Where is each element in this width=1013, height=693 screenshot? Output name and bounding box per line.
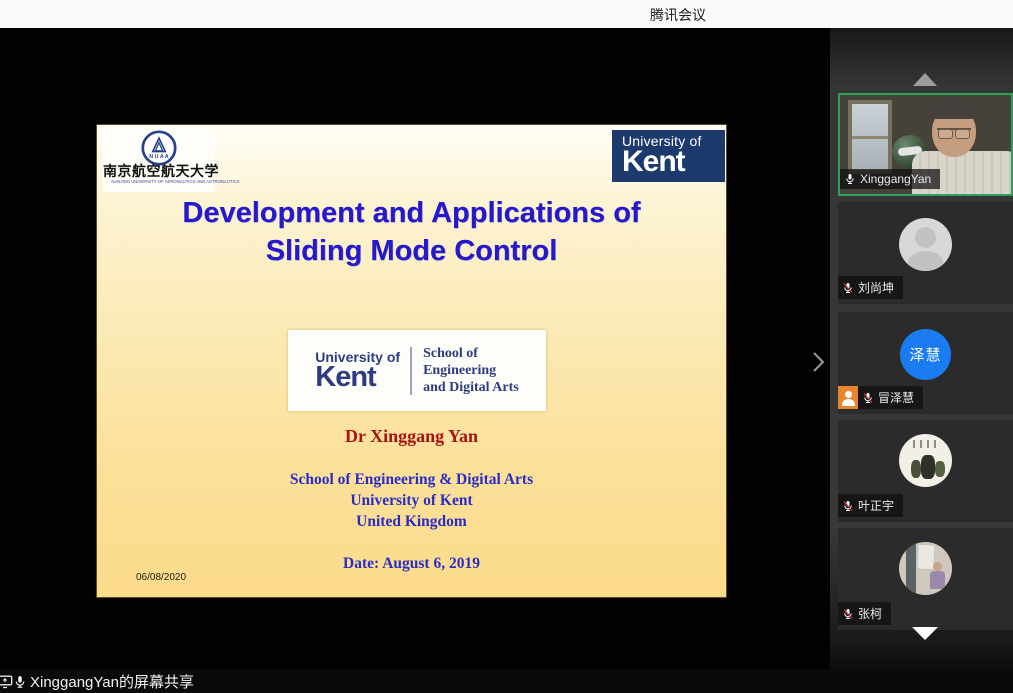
kent-school-wordmark: University of Kent <box>315 350 410 391</box>
nuaa-english-name: NANJING UNIVERSITY OF AERONAUTICS AND AS… <box>111 179 206 184</box>
meeting-window: 腾讯会议 N U A A 南京航空航天大学 NANJING UNIVERSITY… <box>0 0 1013 693</box>
participant-name-pill: 冒泽慧 <box>858 386 923 409</box>
host-badge-icon <box>838 386 858 409</box>
microphone-on-icon <box>844 173 856 185</box>
slide-title: Development and Applications of Sliding … <box>97 194 726 270</box>
participant-name: 冒泽慧 <box>878 389 914 406</box>
app-title: 腾讯会议 <box>650 5 706 25</box>
participant-name-pill: XinggangYan <box>840 169 940 189</box>
microphone-muted-icon <box>862 392 874 404</box>
slide-title-line2: Sliding Mode Control <box>97 232 726 270</box>
slide-footer-date: 06/08/2020 <box>136 572 186 583</box>
participant-tile-video[interactable]: XinggangYan <box>838 93 1013 196</box>
school-name-block: School of Engineering and Digital Arts <box>412 345 519 396</box>
status-bar: XinggangYan的屏幕共享 <box>0 670 1013 693</box>
participant-tile[interactable]: 张柯 <box>838 528 1013 630</box>
participant-name: 张柯 <box>858 605 882 622</box>
placeholder-avatar <box>899 218 952 271</box>
scroll-down-arrow-icon[interactable] <box>912 627 938 640</box>
initials-avatar: 泽慧 <box>900 329 951 380</box>
slide-date: Date: August 6, 2019 <box>97 555 726 573</box>
microphone-muted-icon <box>842 500 854 512</box>
avatar-initials: 泽慧 <box>909 344 941 365</box>
microphone-muted-icon <box>842 282 854 294</box>
scroll-up-arrow-icon[interactable] <box>913 73 937 86</box>
slide-title-line1: Development and Applications of <box>97 194 726 232</box>
participant-name-pill: 张柯 <box>838 602 891 625</box>
video-window-shape <box>848 100 892 174</box>
kent-logo-line2: Kent <box>622 147 725 177</box>
kent-logo: University of Kent <box>612 130 725 182</box>
participant-tile[interactable]: 叶正宇 <box>838 420 1013 522</box>
video-person-glasses <box>937 128 971 136</box>
screen-share-icon <box>0 674 13 689</box>
sidebar-collapse-chevron-icon[interactable] <box>811 350 827 374</box>
microphone-muted-icon <box>842 608 854 620</box>
participants-sidebar: XinggangYan 刘尚坤 <box>830 28 1013 670</box>
image-avatar <box>899 542 952 595</box>
kent-school-logo: University of Kent School of Engineering… <box>288 330 546 411</box>
participant-name-pill: 刘尚坤 <box>838 276 903 299</box>
participant-name: 叶正宇 <box>858 497 894 514</box>
participant-name-pill: 叶正宇 <box>838 494 903 517</box>
affiliation-line: United Kingdom <box>97 513 726 531</box>
participant-tile[interactable]: 泽慧 冒泽慧 <box>838 312 1013 414</box>
window-title-bar: 腾讯会议 <box>0 0 1013 28</box>
participant-name: 刘尚坤 <box>858 279 894 296</box>
participant-tile[interactable]: 刘尚坤 <box>838 202 1013 304</box>
microphone-icon <box>13 675 27 689</box>
nuaa-chinese-name: 南京航空航天大学 <box>103 166 215 179</box>
affiliation-line: University of Kent <box>97 492 726 510</box>
nuaa-logo: N U A A 南京航空航天大学 NANJING UNIVERSITY OF A… <box>103 128 215 192</box>
screen-share-status: XinggangYan的屏幕共享 <box>30 671 194 692</box>
presenter-name: Dr Xinggang Yan <box>97 426 726 447</box>
presentation-slide: N U A A 南京航空航天大学 NANJING UNIVERSITY OF A… <box>97 125 726 597</box>
video-person-hair <box>929 99 979 119</box>
affiliation-line: School of Engineering & Digital Arts <box>97 471 726 489</box>
nuaa-emblem-icon: N U A A <box>141 130 177 166</box>
image-avatar <box>899 434 952 487</box>
svg-text:N U A A: N U A A <box>149 154 169 160</box>
participant-name: XinggangYan <box>860 172 931 186</box>
